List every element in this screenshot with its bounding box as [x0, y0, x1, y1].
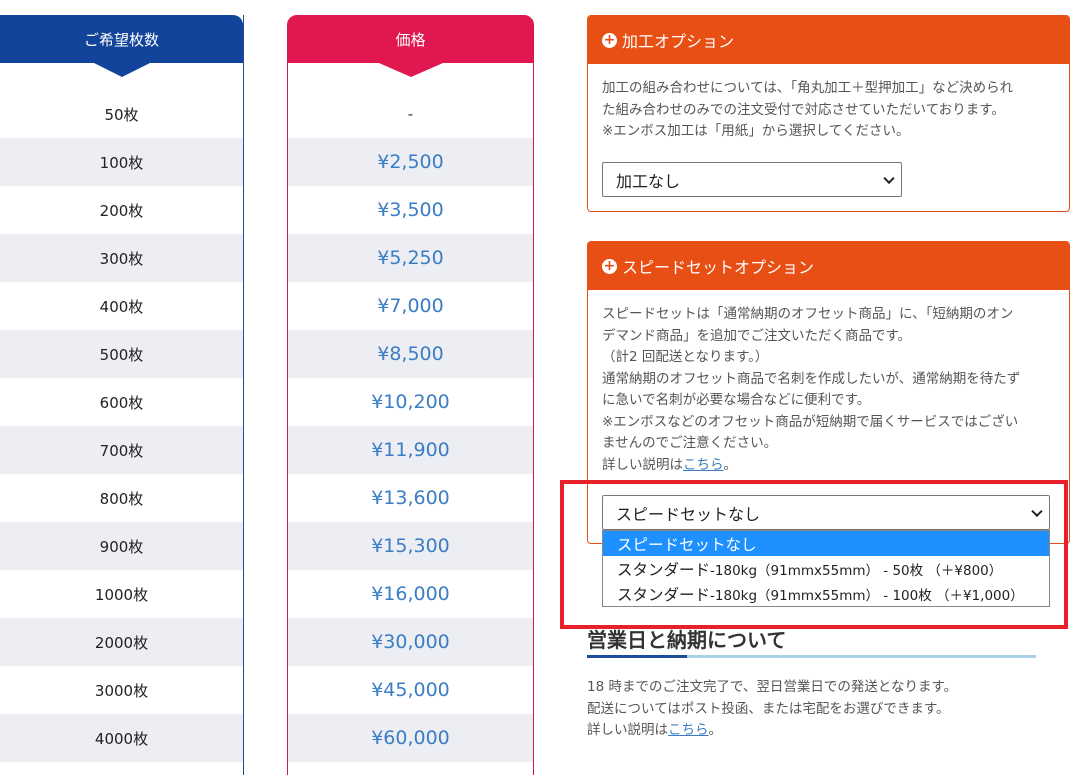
processing-select-value: 加工なし [616, 171, 681, 191]
delivery-detail-link[interactable]: こちら [668, 722, 709, 738]
highlight-frame [560, 480, 1068, 629]
price-cell: ¥15,300 [288, 522, 533, 570]
delivery-info: 18 時までのご注文完了で、翌日営業日での発送となります。 配送についてはポスト… [587, 677, 957, 742]
processing-line: ※エンボス加工は「用紙」から選択してください。 [602, 123, 910, 139]
price-rows: - ¥2,500 ¥3,500 ¥5,250 ¥7,000 ¥8,500 ¥10,200 ¥1… [288, 90, 533, 762]
speedset-detail-link[interactable]: こちら [683, 457, 724, 473]
speedset-detail: 詳しい説明はこちら。 [602, 455, 1055, 477]
speedset-line: ※エンボスなどのオフセット商品が短納期で届くサービスではござい [602, 413, 1019, 430]
speedset-detail-prefix: 詳しい説明は [602, 456, 683, 473]
processing-option-header: + 加工オプション [588, 16, 1069, 64]
price-cell: ¥3,500 [377, 199, 444, 221]
quantity-cell: 900枚 [0, 522, 243, 570]
quantity-rows: 50枚 100枚 200枚 300枚 400枚 500枚 600枚 700枚 800枚 900枚 1… [0, 90, 243, 762]
speedset-line: ませんのでご注意ください。 [602, 435, 778, 451]
price-cell: - [407, 105, 414, 123]
quantity-cell: 50枚 [104, 105, 139, 124]
quantity-cell: 200枚 [99, 201, 144, 220]
quantity-cell: 700枚 [0, 426, 243, 474]
quantity-cell: 300枚 [0, 234, 243, 282]
quantity-cell: 1000枚 [94, 585, 149, 604]
quantity-cell: 2000枚 [0, 618, 243, 666]
speedset-option-header: + スピードセットオプション [588, 242, 1069, 290]
speedset-line: （計2 回配送となります。） [602, 349, 769, 365]
price-cell: ¥16,000 [371, 583, 450, 605]
title-underline [687, 655, 1036, 658]
quantity-column: ご希望枚数 50枚 100枚 200枚 300枚 400枚 500枚 600枚 700枚 800… [0, 15, 244, 775]
price-cell: ¥45,000 [371, 679, 450, 701]
processing-line: た組み合わせのみでの注文受付で対応させていただいております。 [602, 101, 1005, 118]
processing-option-title: 加工オプション [622, 32, 735, 51]
delivery-line: 配送についてはポスト投函、または宅配をお選びできます。 [587, 700, 950, 717]
speedset-line: スピードセットは「通常納期のオフセット商品」に、「短納期のオン [602, 306, 1014, 322]
price-cell: ¥11,900 [288, 426, 533, 474]
speedset-line: 通常納期のオフセット商品で名刺を作成したいが、通常納期を待たず [602, 370, 1021, 387]
processing-line: 加工の組み合わせについては、「角丸加工＋型押加工」など決められ [602, 80, 1014, 96]
speedset-line: に急いで名刺が必要な場合などに便利です。 [602, 392, 871, 408]
quantity-cell: 100枚 [0, 138, 243, 186]
quantity-cell: 4000枚 [0, 714, 243, 762]
speedset-option-title: スピードセットオプション [622, 258, 815, 277]
plus-circle-icon: + [602, 32, 617, 48]
plus-circle-icon: + [602, 258, 617, 274]
chevron-down-icon [883, 172, 895, 184]
quantity-cell: 600枚 [99, 393, 144, 412]
price-cell: ¥8,500 [288, 330, 533, 378]
delivery-detail-prefix: 詳しい説明は [587, 722, 668, 738]
delivery-detail-suffix: 。 [708, 722, 723, 738]
quantity-header: ご希望枚数 [0, 15, 243, 77]
quantity-cell: 500枚 [0, 330, 243, 378]
processing-select[interactable]: 加工なし [602, 162, 902, 197]
price-cell: ¥60,000 [288, 714, 533, 762]
quantity-cell: 800枚 [99, 489, 144, 508]
delivery-detail: 詳しい説明はこちら。 [587, 720, 957, 742]
delivery-line: 18 時までのご注文完了で、翌日営業日での発送となります。 [587, 679, 958, 695]
quantity-cell: 400枚 [99, 297, 144, 316]
price-header: 価格 [288, 15, 533, 77]
quantity-cell: 3000枚 [94, 681, 149, 700]
speedset-option-description: スピードセットは「通常納期のオフセット商品」に、「短納期のオン デマンド商品」を… [588, 290, 1069, 476]
speedset-detail-suffix: 。 [723, 456, 738, 473]
price-cell: ¥30,000 [288, 618, 533, 666]
speedset-line: デマンド商品」を追加でご注文いただく商品です。 [602, 327, 912, 344]
price-cell: ¥10,200 [371, 391, 450, 413]
price-cell: ¥7,000 [377, 295, 444, 317]
price-cell: ¥2,500 [288, 138, 533, 186]
price-column: 価格 - ¥2,500 ¥3,500 ¥5,250 ¥7,000 ¥8,500 ¥10,20… [287, 15, 534, 775]
price-cell: ¥13,600 [371, 487, 450, 509]
processing-option-description: 加工の組み合わせについては、「角丸加工＋型押加工」など決められ た組み合わせのみ… [588, 64, 1069, 143]
title-underline-accent [587, 655, 687, 658]
price-cell: ¥5,250 [288, 234, 533, 282]
